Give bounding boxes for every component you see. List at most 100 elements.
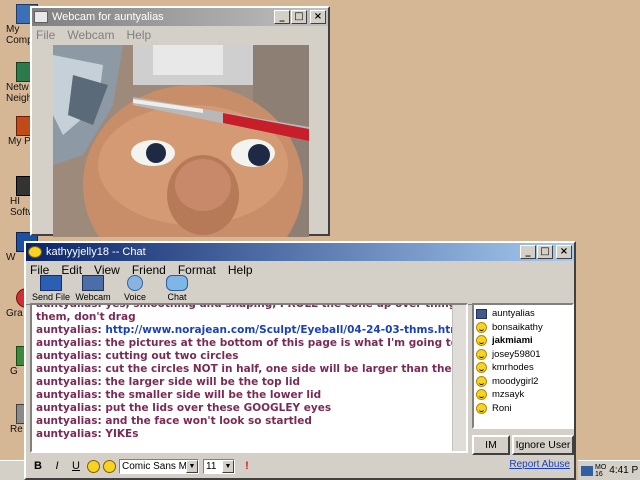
- chat-message: auntyalias: the pictures at the bottom o…: [36, 337, 466, 350]
- user-list-item[interactable]: Roni: [476, 402, 570, 416]
- webcam-window[interactable]: Webcam for auntyalias _ □ × File Webcam …: [30, 6, 330, 237]
- user-list-item[interactable]: auntyalias: [476, 307, 570, 321]
- smiley-icon: [476, 362, 487, 374]
- close-button[interactable]: ×: [310, 10, 326, 24]
- smiley-icon: [476, 375, 487, 387]
- user-list-item[interactable]: kmrhodes: [476, 361, 570, 375]
- chat-message: auntyalias: the smaller side will be the…: [36, 389, 466, 402]
- voice-button[interactable]: Voice: [114, 275, 156, 302]
- chat-message-text: put the lids over these GOOGLEY eyes: [105, 402, 332, 414]
- send-file-icon: [40, 275, 62, 291]
- webcam-window-icon: [34, 11, 48, 23]
- menu-help[interactable]: Help: [126, 28, 151, 42]
- ignore-user-button[interactable]: Ignore User: [512, 435, 574, 455]
- tray-date-number: 16: [595, 470, 603, 478]
- tray-date[interactable]: MO 16: [595, 464, 606, 478]
- italic-button[interactable]: I: [49, 459, 65, 474]
- smiley-icon: [476, 335, 487, 347]
- chat-message-sender: auntyalias:: [36, 415, 102, 427]
- webcam-menubar: File Webcam Help: [32, 26, 328, 44]
- emoticon-2-icon[interactable]: [103, 459, 116, 473]
- user-list[interactable]: auntyalias bonsaikathy jakmiami josey59801 k…: [472, 303, 574, 429]
- alert-icon[interactable]: !: [239, 459, 255, 474]
- menu-help[interactable]: Help: [228, 263, 253, 277]
- user-list-item[interactable]: moodygirl2: [476, 375, 570, 389]
- chat-message-sender: auntyalias:: [36, 402, 102, 414]
- font-select-value: Comic Sans MS: [122, 460, 194, 472]
- tray-network-icon[interactable]: [581, 465, 593, 476]
- user-name: jakmiami: [492, 335, 533, 347]
- chat-message-sender: auntyalias:: [36, 376, 102, 388]
- chat-toolbar: Send File Webcam Voice Chat: [26, 275, 574, 305]
- chat-message-text: and the face won't look so startled: [105, 415, 312, 427]
- chat-window[interactable]: kathyyjelly18 -- Chat _ □ × File Edit Vi…: [24, 241, 576, 480]
- chat-message-sender: auntyalias:: [36, 428, 102, 440]
- chat-log-scrollbar[interactable]: [452, 305, 466, 451]
- voice-label: Voice: [123, 292, 147, 302]
- chevron-down-icon: ▼: [222, 459, 234, 473]
- send-file-button[interactable]: Send File: [30, 275, 72, 302]
- chat-message: auntyalias: the larger side will be the …: [36, 376, 466, 389]
- font-select[interactable]: Comic Sans MS ▼: [119, 458, 199, 474]
- user-name: bonsaikathy: [492, 321, 543, 333]
- im-button[interactable]: IM: [472, 435, 510, 455]
- user-list-item[interactable]: jakmiami: [476, 334, 570, 348]
- minimize-button[interactable]: _: [520, 245, 536, 259]
- webcam-icon: [82, 275, 104, 291]
- chat-message: auntyalias: YIKEs: [36, 428, 466, 441]
- system-tray: MO 16 4:41 P: [578, 460, 640, 480]
- report-abuse-link[interactable]: Report Abuse: [509, 459, 570, 470]
- chat-log[interactable]: auntyalias: yes, smoothing and shaping, …: [30, 303, 468, 453]
- user-name: Roni: [492, 402, 512, 414]
- chat-message-text: cutting out two circles: [105, 350, 239, 362]
- chat-label: Chat: [167, 292, 187, 302]
- menu-webcam[interactable]: Webcam: [67, 28, 114, 42]
- maximize-button[interactable]: □: [291, 10, 307, 24]
- user-name: moodygirl2: [492, 375, 539, 387]
- maximize-button[interactable]: □: [537, 245, 553, 259]
- chat-icon: [166, 275, 188, 291]
- format-toolbar: B I U Comic Sans MS ▼ 11 ▼ !: [30, 457, 570, 475]
- chat-titlebar[interactable]: kathyyjelly18 -- Chat _ □ ×: [26, 243, 574, 261]
- webcam-button[interactable]: Webcam: [72, 275, 114, 302]
- chat-message: them, don't drag: [36, 311, 466, 324]
- user-list-item[interactable]: mzsayk: [476, 388, 570, 402]
- bold-button[interactable]: B: [30, 459, 46, 474]
- close-button[interactable]: ×: [556, 245, 572, 259]
- webcam-window-title: Webcam for auntyalias: [52, 11, 164, 23]
- menu-file[interactable]: File: [36, 28, 55, 42]
- webcam-titlebar[interactable]: Webcam for auntyalias _ □ ×: [32, 8, 328, 26]
- taskbar-left: [0, 460, 24, 480]
- chat-message-link[interactable]: http://www.norajean.com/Sculpt/Eyeball/0…: [105, 324, 461, 336]
- chat-message: auntyalias: put the lids over these GOOG…: [36, 402, 466, 415]
- webcam-user-icon: [476, 308, 487, 319]
- webcam-video-feed: [53, 45, 309, 237]
- chat-message-text: cut the circles NOT in half, one side wi…: [105, 363, 468, 375]
- tray-clock[interactable]: 4:41 P: [609, 465, 638, 476]
- user-name: auntyalias: [492, 308, 535, 320]
- chat-message: auntyalias: cutting out two circles: [36, 350, 466, 363]
- send-file-label: Send File: [31, 292, 71, 302]
- webcam-label: Webcam: [75, 292, 111, 302]
- voice-icon: [127, 275, 143, 291]
- emoticon-icon[interactable]: [87, 459, 100, 473]
- minimize-button[interactable]: _: [274, 10, 290, 24]
- user-list-item[interactable]: bonsaikathy: [476, 321, 570, 335]
- chat-message: auntyalias: http://www.norajean.com/Scul…: [36, 324, 466, 337]
- chat-message: auntyalias: and the face won't look so s…: [36, 415, 466, 428]
- smiley-icon: [476, 348, 487, 360]
- chat-message-sender: auntyalias:: [36, 337, 102, 349]
- smiley-icon: [476, 389, 487, 401]
- user-name: mzsayk: [492, 389, 525, 401]
- user-list-item[interactable]: josey59801: [476, 348, 570, 362]
- user-name: kmrhodes: [492, 362, 534, 374]
- chat-message-sender: auntyalias:: [36, 389, 102, 401]
- chevron-down-icon: ▼: [186, 459, 198, 473]
- chat-message-sender: auntyalias:: [36, 363, 102, 375]
- chat-button[interactable]: Chat: [156, 275, 198, 302]
- chat-message-text: the larger side will be the top lid: [105, 376, 300, 388]
- underline-button[interactable]: U: [68, 459, 84, 474]
- chat-message-cut: auntyalias: yes, smoothing and shaping, …: [36, 303, 468, 310]
- user-name: josey59801: [492, 348, 541, 360]
- font-size-select[interactable]: 11 ▼: [203, 458, 235, 474]
